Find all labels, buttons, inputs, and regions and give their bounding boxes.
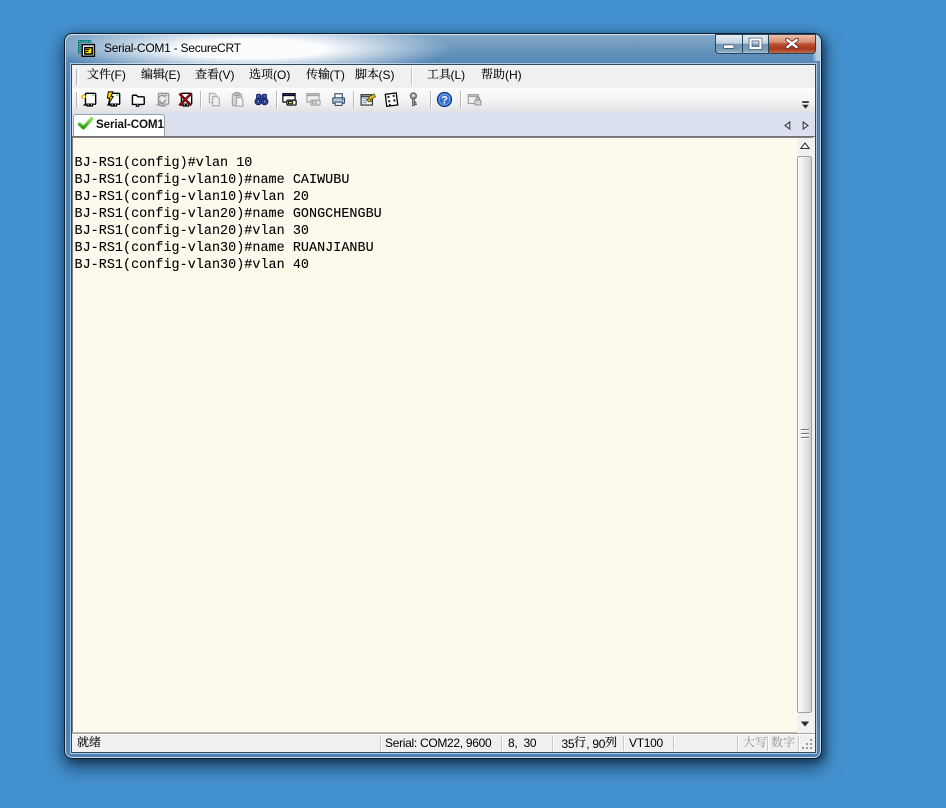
svg-text:?: ? (441, 94, 448, 106)
